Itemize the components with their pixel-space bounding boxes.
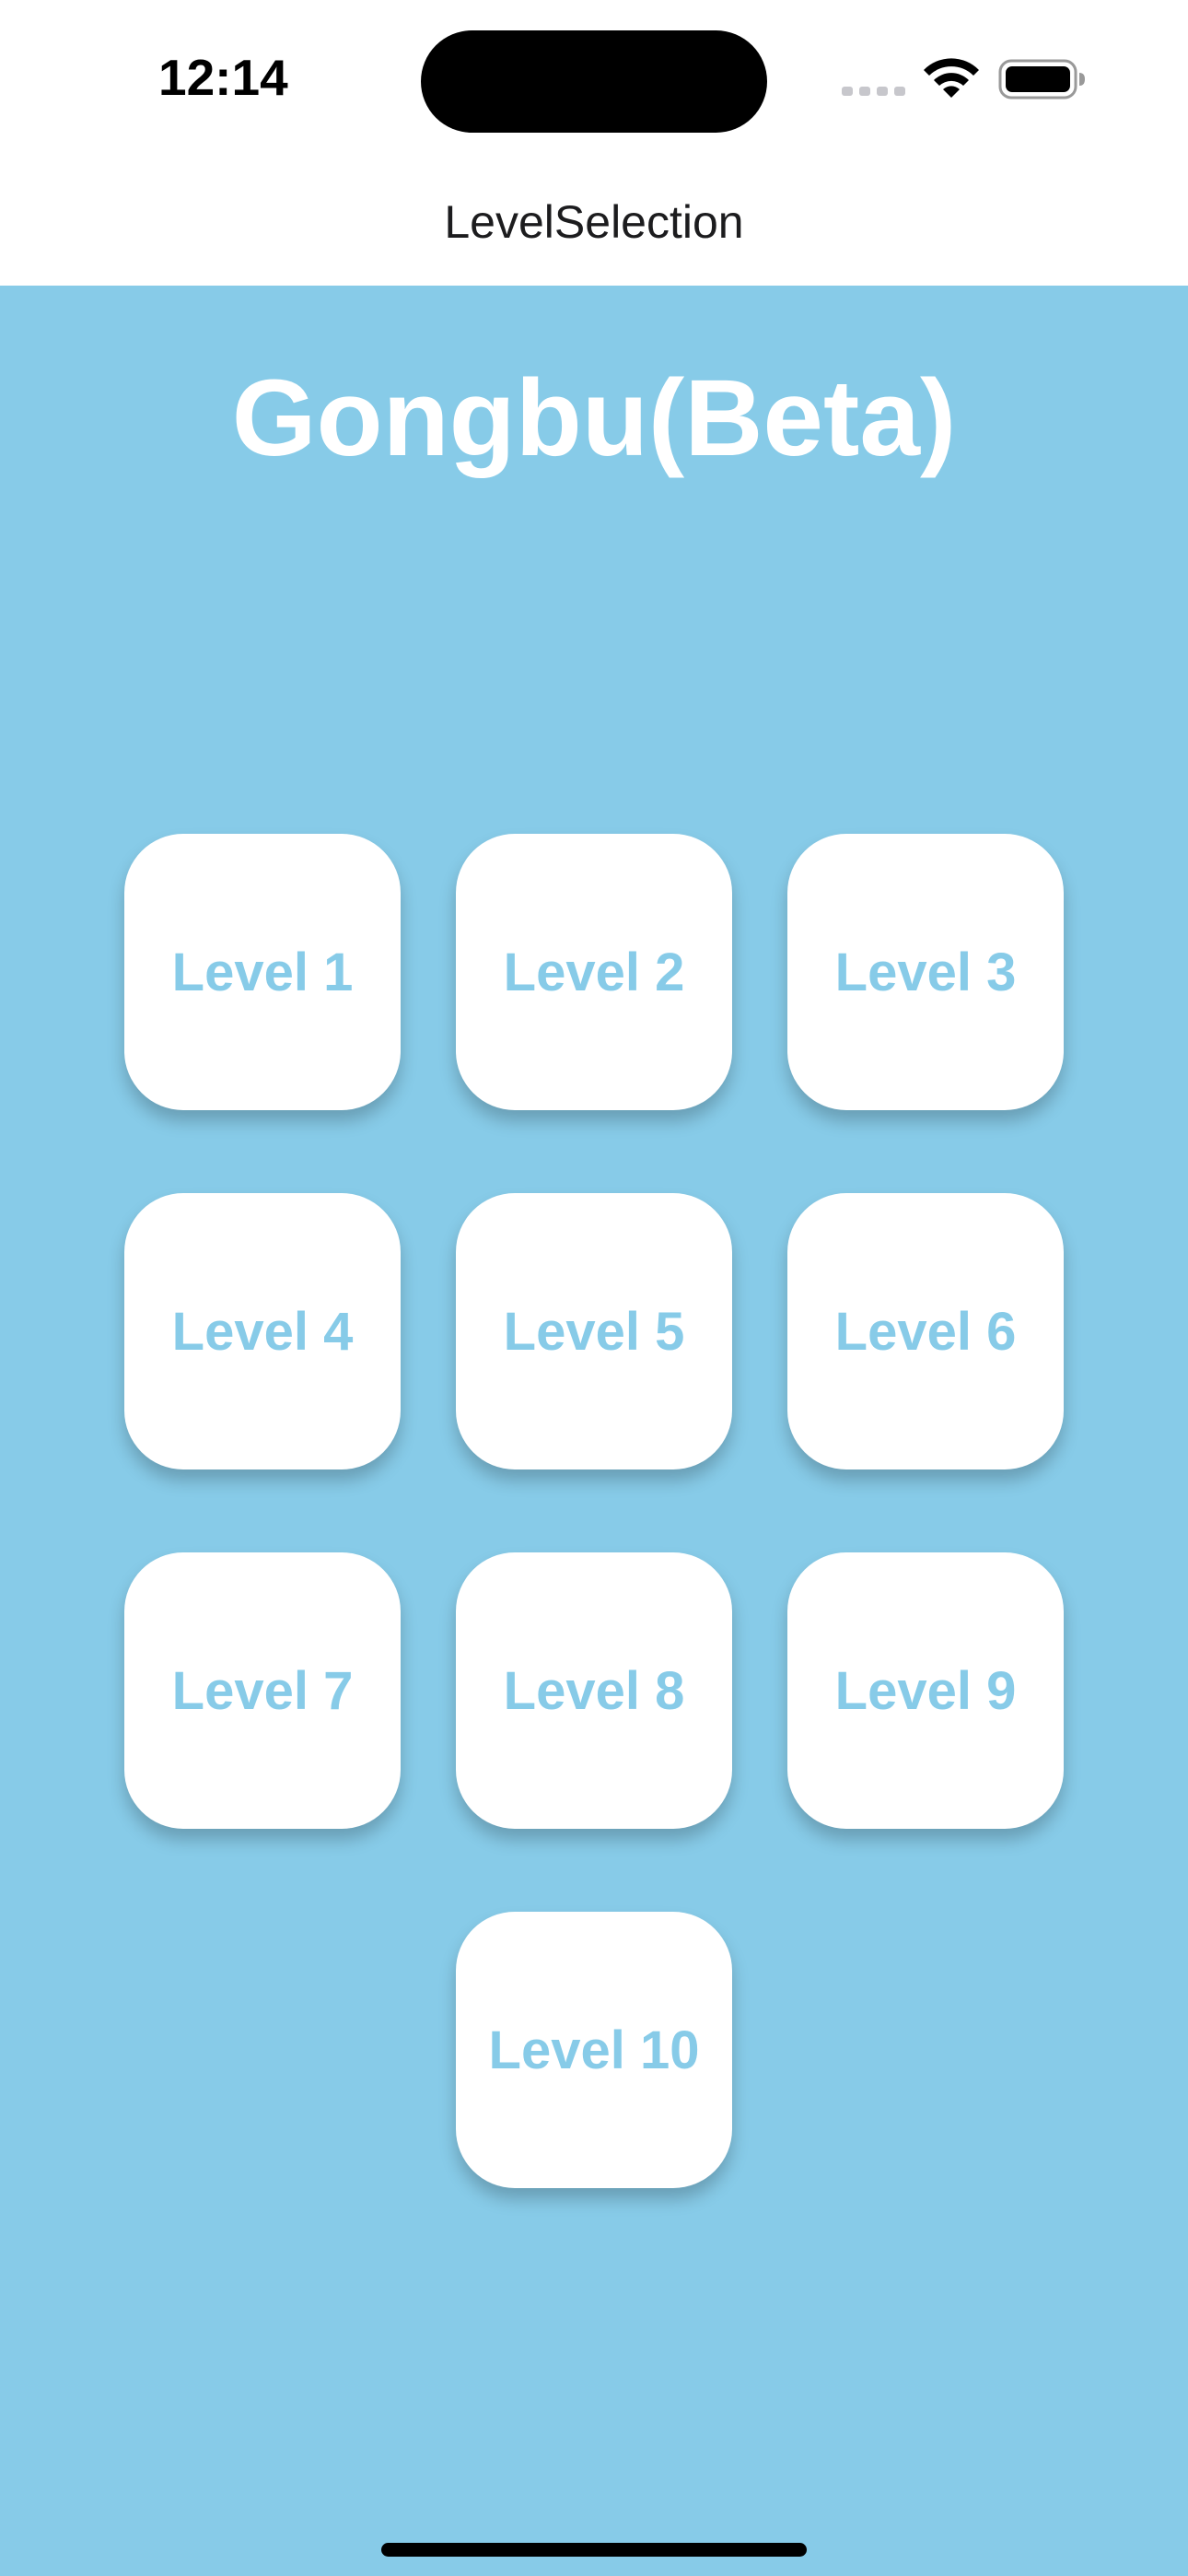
level-7-button[interactable]: Level 7 [124, 1552, 401, 1829]
nav-title: LevelSelection [444, 196, 744, 248]
level-6-button[interactable]: Level 6 [787, 1193, 1064, 1469]
wifi-icon [924, 58, 979, 98]
status-time: 12:14 [158, 49, 288, 106]
level-1-button[interactable]: Level 1 [124, 834, 401, 1110]
level-8-button[interactable]: Level 8 [456, 1552, 732, 1829]
home-indicator[interactable] [381, 2543, 807, 2557]
level-9-button[interactable]: Level 9 [787, 1552, 1064, 1829]
app-title: Gongbu(Beta) [231, 357, 957, 479]
navigation-bar: LevelSelection [0, 166, 1188, 286]
level-3-button[interactable]: Level 3 [787, 834, 1064, 1110]
level-2-button[interactable]: Level 2 [456, 834, 732, 1110]
level-5-button[interactable]: Level 5 [456, 1193, 732, 1469]
dynamic-island [421, 30, 767, 133]
level-4-button[interactable]: Level 4 [124, 1193, 401, 1469]
status-bar: 12:14 [0, 0, 1188, 166]
level-10-button[interactable]: Level 10 [456, 1912, 732, 2188]
battery-icon [998, 59, 1085, 100]
cellular-signal-icon [842, 87, 905, 96]
